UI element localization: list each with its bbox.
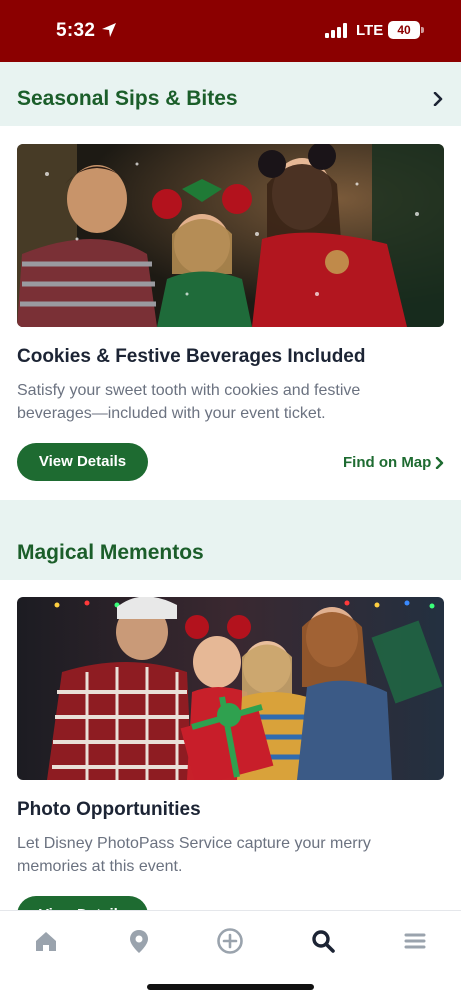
- card-title: Photo Opportunities: [17, 799, 201, 820]
- card-description-line: Satisfy your sweet tooth with cookies an…: [17, 382, 361, 399]
- battery-icon: 40: [388, 21, 424, 39]
- chevron-right-icon: [433, 92, 443, 106]
- section-header-mementos: Magical Mementos: [0, 500, 461, 580]
- card-title: Cookies & Festive Beverages Included: [17, 346, 366, 367]
- card-description: Let Disney PhotoPass Service capture you…: [17, 832, 437, 878]
- network-type: LTE: [356, 22, 384, 39]
- home-indicator[interactable]: [147, 984, 314, 990]
- search-icon[interactable]: [309, 927, 337, 955]
- photo-family-gift: [17, 597, 444, 780]
- section-title: Seasonal Sips & Bites: [17, 87, 238, 110]
- card-description-line: beverages—included with your event ticke…: [17, 405, 326, 422]
- section-title: Magical Mementos: [17, 541, 204, 564]
- battery-level: 40: [388, 21, 420, 39]
- signal-icon: [325, 23, 347, 38]
- card-description-line: Let Disney PhotoPass Service capture you…: [17, 835, 371, 852]
- card-description: Satisfy your sweet tooth with cookies an…: [17, 379, 437, 425]
- photo-kids-cookies: [17, 144, 444, 327]
- status-time: 5:32: [56, 20, 96, 41]
- menu-icon[interactable]: [401, 927, 429, 955]
- plus-circle-icon[interactable]: [216, 927, 244, 955]
- status-bar: 5:32 LTE 40: [0, 0, 461, 62]
- location-arrow-icon: [102, 23, 116, 37]
- home-icon[interactable]: [32, 927, 60, 955]
- card-description-line: memories at this event.: [17, 858, 183, 875]
- chevron-right-icon: [435, 457, 444, 469]
- find-on-map-link[interactable]: Find on Map: [343, 454, 431, 471]
- map-pin-icon[interactable]: [125, 927, 153, 955]
- view-details-button[interactable]: View Details: [17, 443, 148, 481]
- section-header-seasonal[interactable]: Seasonal Sips & Bites: [0, 62, 461, 126]
